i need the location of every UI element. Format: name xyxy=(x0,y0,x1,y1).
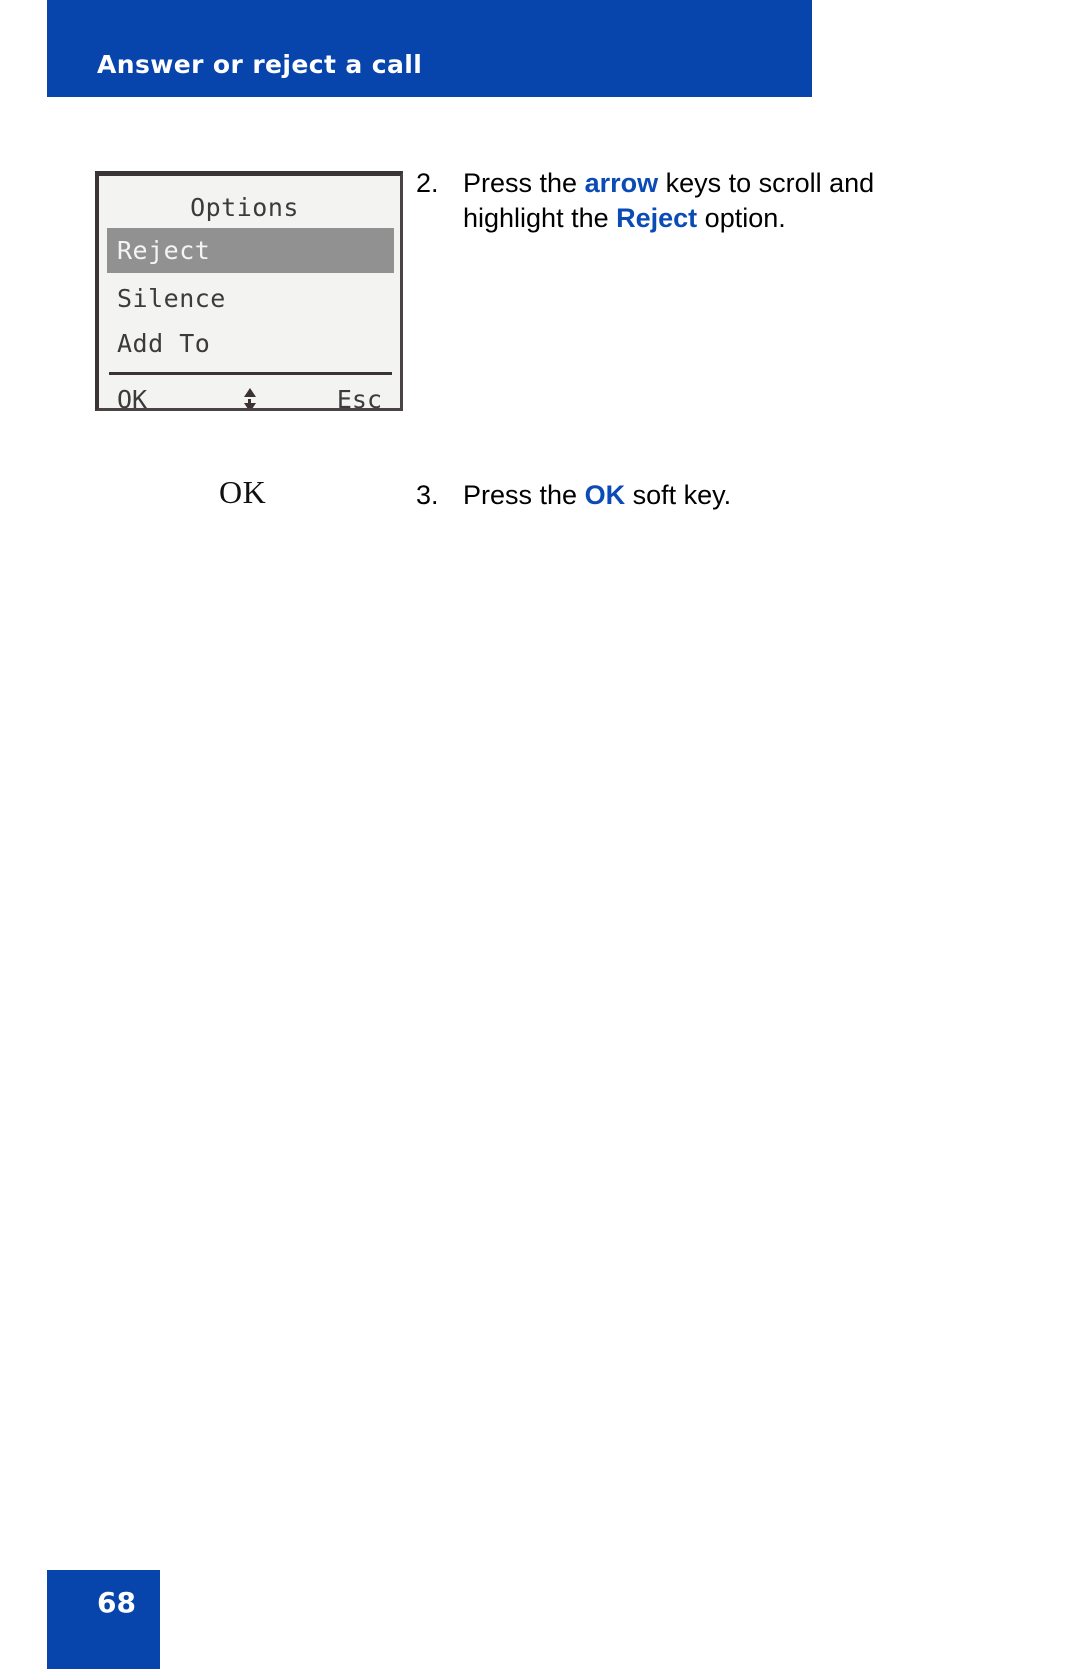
lcd-softkey-esc[interactable]: Esc xyxy=(337,385,382,408)
lcd-screen-area: Options Reject Silence Add To OK Esc xyxy=(99,176,400,408)
lcd-menu-item-silence[interactable]: Silence xyxy=(107,276,394,321)
lcd-divider xyxy=(109,372,392,375)
lcd-softkey-ok[interactable]: OK xyxy=(117,385,147,408)
instruction-step-2: 2. Press the arrow keys to scroll and hi… xyxy=(416,166,883,235)
step-2-number: 2. xyxy=(416,168,439,198)
step-3-seg-2: soft key. xyxy=(625,480,732,510)
lcd-softkey-bar: OK Esc xyxy=(99,379,400,408)
page-title: Answer or reject a call xyxy=(97,50,423,79)
step-2-seg-1-arrow: arrow xyxy=(584,168,659,198)
step-3-number: 3. xyxy=(416,480,439,510)
step-2-seg-4: option. xyxy=(697,202,786,233)
step-2-seg-3-reject: Reject xyxy=(616,202,698,233)
ok-softkey-glyph: OK xyxy=(219,474,267,510)
footer-page-box: 68 xyxy=(47,1570,160,1669)
arrow-up-icon xyxy=(243,388,256,397)
phone-lcd-illustration: Options Reject Silence Add To OK Esc xyxy=(95,171,403,411)
step-2-seg-0: Press the xyxy=(463,168,585,198)
step-3-seg-1-ok: OK xyxy=(584,480,626,510)
arrow-down-icon xyxy=(243,403,256,408)
lcd-menu-item-reject[interactable]: Reject xyxy=(107,228,394,273)
step-3-seg-0: Press the xyxy=(463,480,585,510)
page-number: 68 xyxy=(97,1586,136,1619)
lcd-menu-item-add-to[interactable]: Add To xyxy=(107,321,394,366)
instruction-step-3: 3. Press the OK soft key. xyxy=(416,478,731,513)
scroll-arrows-icon xyxy=(242,383,258,408)
step-2-text: Press the arrow keys to scroll and highl… xyxy=(463,166,883,235)
step-3-text: Press the OK soft key. xyxy=(463,478,731,513)
page-header-band: Answer or reject a call xyxy=(47,0,812,97)
lcd-menu-title: Options xyxy=(190,193,299,222)
